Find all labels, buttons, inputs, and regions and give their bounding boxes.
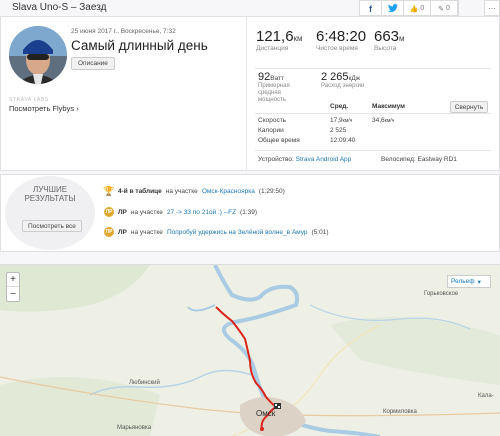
moving-time-value: 6:48:20 <box>316 28 367 45</box>
best-results-panel: ЛУЧШИЕ РЕЗУЛЬТАТЫ Посмотреть все 🏆 4-й в… <box>0 174 500 252</box>
map-label-maryanovka: Марьяновка <box>117 425 152 431</box>
energy-value: 2 265 <box>321 71 349 83</box>
table-divider <box>255 113 491 114</box>
view-all-results-button[interactable]: Посмотреть все <box>22 220 82 232</box>
device-label: Устройство: <box>258 156 294 163</box>
achievement-item: ЛР ЛР на участке Попробуй удержись на Зе… <box>104 227 329 237</box>
distance-label: Дистанция <box>256 45 289 52</box>
energy-unit: кДж <box>348 75 361 82</box>
power-unit: Ватт <box>270 75 285 82</box>
kudos-button[interactable]: 👍 0 <box>404 1 431 16</box>
stat-moving-time: 6:48:20 Чистое время <box>316 28 366 52</box>
description-button[interactable]: Описание <box>71 57 115 70</box>
share-group: f 👍 0 ✎ 0 <box>359 0 459 16</box>
thumbs-up-icon: 👍 <box>409 5 419 13</box>
power-label-3: мощность <box>258 97 286 103</box>
comments-count: 0 <box>445 5 450 12</box>
calories-label: Калории <box>258 127 284 134</box>
map-label-kormilovka: Кормиловка <box>383 409 417 415</box>
total-time-label: Общее время <box>258 137 300 144</box>
facebook-icon: f <box>369 3 372 14</box>
bike-info: Велосипед: Eastway RD1 <box>381 156 457 163</box>
zoom-controls: + − <box>6 272 20 302</box>
bike-value: Eastway RD1 <box>417 156 457 163</box>
device-divider <box>255 150 491 151</box>
stat-distance: 121,6км Дистанция <box>256 28 303 52</box>
pr-medal-icon: ЛР <box>104 227 114 237</box>
elevation-value: 663 <box>374 28 400 45</box>
device-link[interactable]: Strava Android App <box>296 156 352 163</box>
bike-label: Велосипед: <box>381 156 416 163</box>
speed-label: Скорость <box>258 117 287 124</box>
map-label-kala: Кала- <box>478 393 494 399</box>
stat-elevation: 663м Высота <box>374 28 405 52</box>
power-label-1: Примерная <box>258 83 290 89</box>
avatar[interactable] <box>9 26 67 84</box>
more-icon: ··· <box>488 3 496 13</box>
moving-time-label: Чистое время <box>316 45 358 52</box>
calories-avg: 2 525 <box>330 127 347 134</box>
stats-divider <box>255 68 491 69</box>
stat-power: 92Ватт Примерная средняя мощность <box>258 71 290 104</box>
col-avg-header: Сред. <box>330 103 349 110</box>
zoom-in-button[interactable]: + <box>7 273 19 287</box>
energy-label: Расход энергии <box>321 83 365 89</box>
power-label-2: средняя <box>258 90 281 96</box>
activity-date: 25 июня 2017 г., Воскресенье, 7:32 <box>71 28 176 35</box>
page-title: Slava Uno-S – Заезд <box>12 2 107 13</box>
segment-link[interactable]: 27 -> 33 по 21ой :) --FZ <box>167 209 236 216</box>
segment-link[interactable]: Омск-Красноярка <box>202 188 255 195</box>
map-label-gorkovskoe: Горьковское <box>424 291 459 297</box>
pr-medal-icon: ЛР <box>104 207 114 217</box>
power-value: 92 <box>258 71 271 83</box>
stat-energy: 2 265кДж Расход энергии <box>321 71 364 90</box>
distance-unit: км <box>293 34 303 43</box>
trophy-icon: 🏆 <box>103 185 115 196</box>
chevron-down-icon: ▾ <box>477 278 481 286</box>
results-title: ЛУЧШИЕ РЕЗУЛЬТАТЫ <box>24 185 76 203</box>
athlete-photo <box>9 26 67 84</box>
kudos-count: 0 <box>420 5 425 12</box>
strava-labs-label: STRAVA LABS <box>9 97 49 103</box>
speed-max: 34,6км/ч <box>372 117 395 124</box>
distance-value: 121,6 <box>256 28 294 45</box>
device-info: Устройство: Strava Android App <box>258 156 351 163</box>
route-map[interactable]: + − Рельеф ▾ Горьковское Любинский Омск … <box>0 264 500 436</box>
zoom-out-button[interactable]: − <box>7 287 19 301</box>
achievement-item: 🏆 4-й в таблице на участке Омск-Краснояр… <box>103 185 285 196</box>
chevron-right-icon: › <box>76 104 79 113</box>
summary-divider <box>246 17 247 171</box>
achievement-item: ЛР ЛР на участке 27 -> 33 по 21ой :) --F… <box>104 207 258 217</box>
map-layer-select[interactable]: Рельеф ▾ <box>447 275 491 288</box>
flyby-link[interactable]: Посмотреть Flybys › <box>9 104 79 113</box>
twitter-icon <box>387 4 398 12</box>
speed-avg: 17,9км/ч <box>330 117 353 124</box>
activity-name: Самый длинный день <box>71 38 208 53</box>
comment-icon: ✎ <box>438 5 444 13</box>
activity-summary: 25 июня 2017 г., Воскресенье, 7:32 Самый… <box>0 16 500 171</box>
segment-link[interactable]: Попробуй удержись на Зелёной волне_в Аму… <box>167 229 308 236</box>
more-options-button[interactable]: ··· <box>484 0 500 16</box>
map-label-lyubinsky: Любинский <box>129 380 160 386</box>
elevation-label: Высота <box>374 45 397 52</box>
layer-select-value: Рельеф <box>451 278 475 285</box>
flyby-link-label: Посмотреть Flybys <box>9 104 75 113</box>
comments-button[interactable]: ✎ 0 <box>431 1 458 16</box>
facebook-share-button[interactable]: f <box>360 1 382 16</box>
total-time-avg: 12:09:40 <box>330 137 356 144</box>
col-max-header: Максимум <box>372 103 405 110</box>
collapse-button[interactable]: Свернуть <box>450 101 488 113</box>
twitter-share-button[interactable] <box>382 1 404 16</box>
elevation-unit: м <box>399 34 405 43</box>
map-label-omsk: Омск <box>256 409 276 418</box>
